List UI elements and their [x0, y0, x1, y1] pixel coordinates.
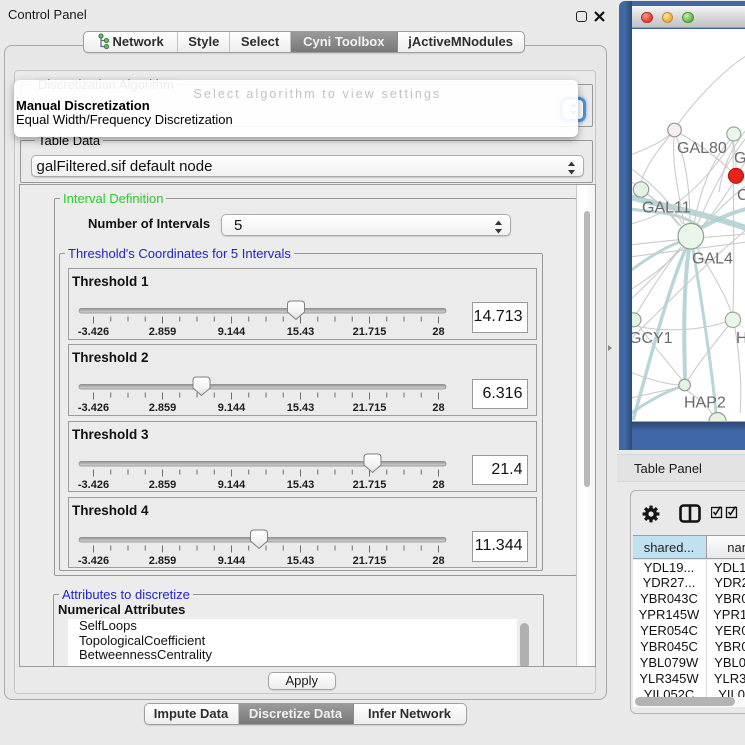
svg-text:21.715: 21.715: [353, 479, 387, 491]
svg-text:-3.426: -3.426: [78, 402, 109, 414]
svg-text:15.43: 15.43: [287, 479, 315, 491]
svg-text:GAL11: GAL11: [642, 200, 691, 217]
svg-text:9.144: 9.144: [218, 479, 246, 491]
svg-text:-3.426: -3.426: [78, 479, 109, 491]
svg-text:9.144: 9.144: [218, 555, 246, 567]
svg-text:9.144: 9.144: [218, 402, 246, 414]
svg-text:28: 28: [432, 479, 444, 491]
svg-text:2.859: 2.859: [149, 402, 177, 414]
svg-text:9.144: 9.144: [218, 326, 246, 338]
svg-text:28: 28: [432, 326, 444, 338]
svg-text:2.859: 2.859: [149, 555, 177, 567]
svg-text:15.43: 15.43: [287, 555, 315, 567]
svg-text:GAL4: GAL4: [692, 251, 733, 268]
svg-text:GAL80: GAL80: [677, 140, 727, 157]
svg-text:GA: GA: [734, 150, 745, 167]
svg-text:28: 28: [432, 555, 444, 567]
svg-text:2.859: 2.859: [149, 479, 177, 491]
svg-text:15.43: 15.43: [287, 326, 315, 338]
svg-text:-3.426: -3.426: [78, 555, 109, 567]
svg-text:HAP2: HAP2: [684, 395, 726, 412]
svg-text:-3.426: -3.426: [78, 326, 109, 338]
svg-text:28: 28: [432, 402, 444, 414]
svg-text:C: C: [737, 187, 745, 204]
svg-text:15.43: 15.43: [287, 402, 315, 414]
svg-text:21.715: 21.715: [353, 402, 387, 414]
svg-text:H: H: [736, 330, 745, 347]
svg-text:21.715: 21.715: [353, 555, 387, 567]
svg-text:2.859: 2.859: [149, 326, 177, 338]
svg-text:GCY1: GCY1: [632, 330, 673, 347]
svg-text:21.715: 21.715: [353, 326, 387, 338]
